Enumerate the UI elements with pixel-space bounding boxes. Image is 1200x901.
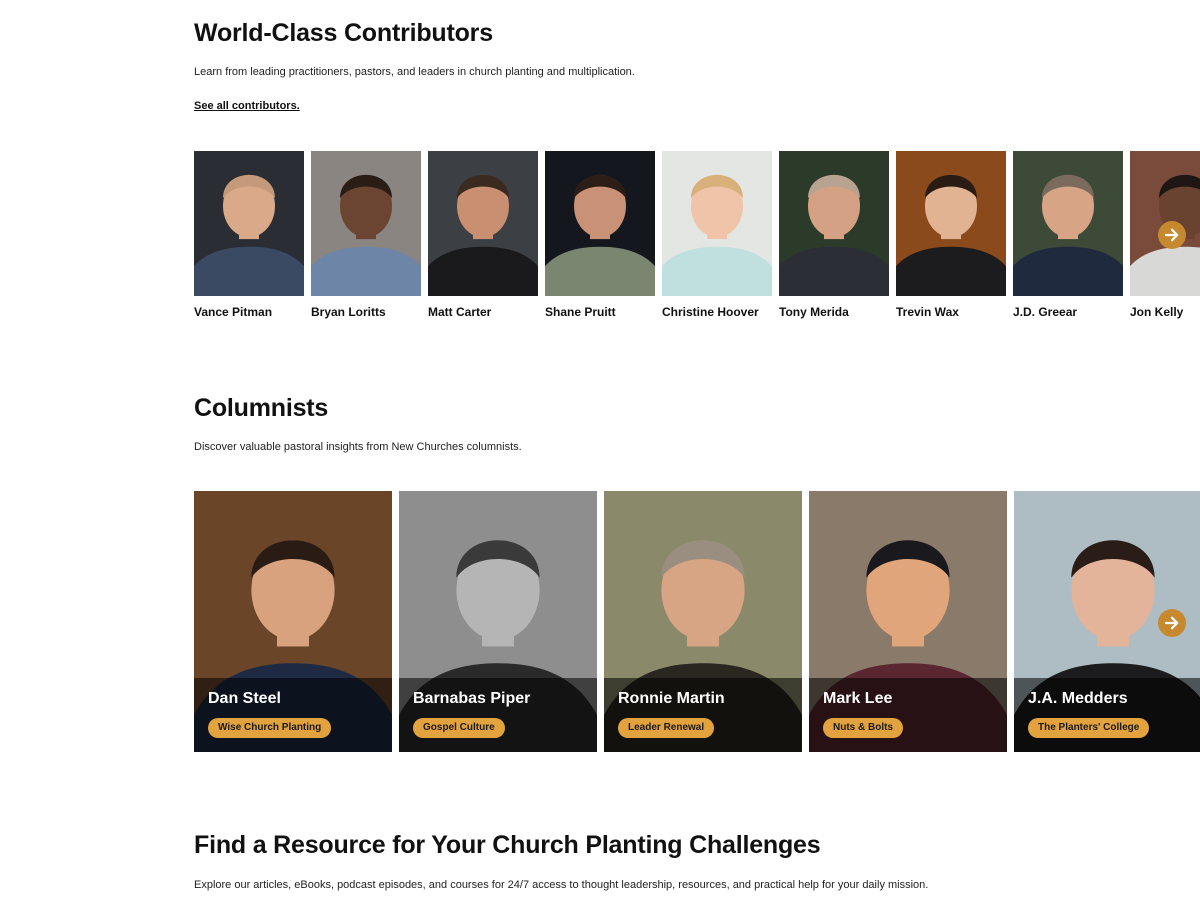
contributor-photo[interactable]: [428, 151, 538, 296]
contributor-card[interactable]: J.D. Greear: [1013, 151, 1123, 319]
contributors-carousel: Vance Pitman Bryan Loritts Matt Carter S…: [194, 151, 1200, 321]
columnists-subtitle: Discover valuable pastoral insights from…: [194, 441, 522, 453]
contributor-card[interactable]: Bryan Loritts: [311, 151, 421, 319]
columnists-next-button[interactable]: [1158, 609, 1186, 637]
columnists-title: Columnists: [194, 394, 329, 422]
contributor-photo[interactable]: [545, 151, 655, 296]
contributors-title: World-Class Contributors: [194, 19, 493, 47]
contributor-portrait: [194, 151, 304, 296]
columnist-name: J.A. Medders: [1028, 690, 1128, 707]
resource-subtitle: Explore our articles, eBooks, podcast ep…: [194, 879, 929, 891]
contributor-name[interactable]: Shane Pruitt: [545, 305, 655, 319]
columnist-topic-badge[interactable]: Leader Renewal: [618, 718, 715, 738]
contributor-portrait: [545, 151, 655, 296]
see-all-contributors-link[interactable]: See all contributors.: [194, 100, 300, 112]
contributor-photo[interactable]: [311, 151, 421, 296]
contributor-name[interactable]: Tony Merida: [779, 305, 889, 319]
columnist-topic-badge[interactable]: Wise Church Planting: [208, 718, 332, 738]
columnist-card[interactable]: Dan Steel Wise Church Planting: [194, 491, 392, 752]
columnist-topic-badge[interactable]: Gospel Culture: [413, 718, 505, 738]
contributor-photo[interactable]: [779, 151, 889, 296]
columnist-topic-badge[interactable]: Nuts & Bolts: [823, 718, 903, 738]
columnist-name: Ronnie Martin: [618, 690, 725, 707]
resource-title: Find a Resource for Your Church Planting…: [194, 831, 821, 859]
columnists-carousel: Dan Steel Wise Church Planting Barnabas P…: [194, 491, 1200, 752]
contributor-card[interactable]: Christine Hoover: [662, 151, 772, 319]
columnist-topic-badge[interactable]: The Planters' College: [1028, 718, 1150, 738]
contributor-name[interactable]: Jon Kelly: [1130, 305, 1200, 319]
contributor-name[interactable]: J.D. Greear: [1013, 305, 1123, 319]
contributor-portrait: [428, 151, 538, 296]
columnist-name: Mark Lee: [823, 690, 893, 707]
contributor-card[interactable]: Matt Carter: [428, 151, 538, 319]
contributor-portrait: [662, 151, 772, 296]
contributor-card[interactable]: Shane Pruitt: [545, 151, 655, 319]
columnist-card[interactable]: Ronnie Martin Leader Renewal: [604, 491, 802, 752]
contributor-name[interactable]: Bryan Loritts: [311, 305, 421, 319]
contributor-portrait: [311, 151, 421, 296]
contributor-card[interactable]: Trevin Wax: [896, 151, 1006, 319]
contributor-name[interactable]: Matt Carter: [428, 305, 538, 319]
contributor-card[interactable]: Vance Pitman: [194, 151, 304, 319]
contributor-name[interactable]: Christine Hoover: [662, 305, 772, 319]
contributor-photo[interactable]: [896, 151, 1006, 296]
contributors-next-button[interactable]: [1158, 221, 1186, 249]
columnist-name: Dan Steel: [208, 690, 281, 707]
columnist-card[interactable]: Mark Lee Nuts & Bolts: [809, 491, 1007, 752]
contributor-name[interactable]: Vance Pitman: [194, 305, 304, 319]
contributor-portrait: [896, 151, 1006, 296]
contributor-card[interactable]: Tony Merida: [779, 151, 889, 319]
contributor-portrait: [779, 151, 889, 296]
columnist-name: Barnabas Piper: [413, 690, 531, 707]
contributor-photo[interactable]: [194, 151, 304, 296]
contributors-subtitle: Learn from leading practitioners, pastor…: [194, 66, 635, 78]
contributor-photo[interactable]: [1013, 151, 1123, 296]
contributor-portrait: [1013, 151, 1123, 296]
arrow-right-icon: [1164, 616, 1179, 630]
columnist-card[interactable]: Barnabas Piper Gospel Culture: [399, 491, 597, 752]
contributor-name[interactable]: Trevin Wax: [896, 305, 1006, 319]
contributor-photo[interactable]: [662, 151, 772, 296]
arrow-right-icon: [1164, 228, 1179, 242]
